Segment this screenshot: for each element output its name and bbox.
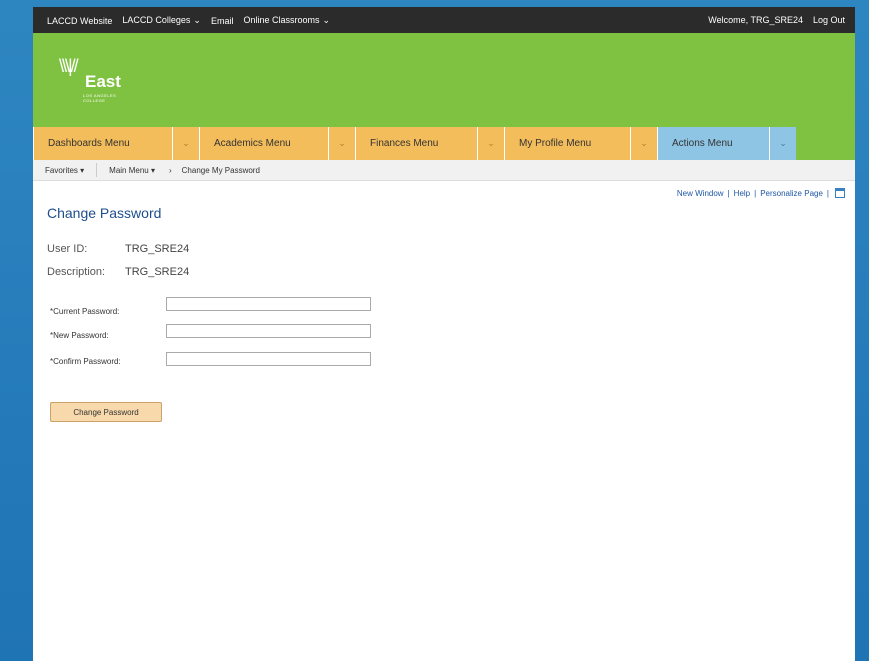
new-window-link[interactable]: New Window bbox=[677, 189, 724, 198]
logout-link[interactable]: Log Out bbox=[813, 15, 845, 25]
welcome-text: Welcome, TRG_SRE24 bbox=[708, 15, 803, 25]
chevron-right-icon: › bbox=[168, 165, 172, 175]
new-password-label: *New Password: bbox=[50, 331, 109, 340]
favorites-label: Favorites bbox=[45, 165, 78, 175]
breadcrumb-current: Change My Password bbox=[181, 165, 260, 175]
chevron-down-icon: ⌄ bbox=[193, 15, 201, 25]
description-label: Description: bbox=[47, 266, 106, 278]
logo-subtitle: LOS ANGELES COLLEGE bbox=[83, 93, 117, 103]
main-menu-label: Main Menu bbox=[109, 165, 149, 175]
divider bbox=[96, 163, 98, 177]
page-frame: LACCD Website LACCD Colleges ⌄ Email Onli… bbox=[33, 7, 855, 661]
confirm-password-label: *Confirm Password: bbox=[50, 357, 121, 366]
confirm-password-field[interactable] bbox=[166, 352, 371, 366]
chevron-down-icon[interactable]: ⌄ bbox=[328, 127, 355, 160]
personalize-page-link[interactable]: Personalize Page bbox=[760, 189, 823, 198]
main-nav: Dashboards Menu ⌄ Academics Menu ⌄ Finan… bbox=[33, 127, 855, 160]
tab-my-profile[interactable]: My Profile Menu ⌄ bbox=[504, 127, 657, 160]
sunrise-icon: \\\|// bbox=[59, 56, 79, 76]
college-logo[interactable]: \\\|// East LOS ANGELES COLLEGE bbox=[57, 56, 137, 106]
change-password-button[interactable]: Change Password bbox=[50, 402, 162, 422]
chevron-down-icon: ⌄ bbox=[322, 15, 331, 25]
main-menu[interactable]: Main Menu ▾ bbox=[109, 166, 155, 175]
tab-actions-label: Actions Menu bbox=[672, 138, 733, 149]
online-classrooms-link[interactable]: Online Classrooms ⌄ bbox=[243, 15, 330, 26]
help-link[interactable]: Help bbox=[734, 189, 750, 198]
favorites-menu[interactable]: Favorites ▾ bbox=[45, 166, 84, 175]
chevron-down-icon[interactable]: ⌄ bbox=[630, 127, 657, 160]
email-link[interactable]: Email bbox=[211, 16, 234, 26]
page-title: Change Password bbox=[47, 205, 162, 221]
divider: | bbox=[754, 188, 757, 198]
caret-down-icon: ▾ bbox=[80, 165, 85, 175]
chevron-down-icon[interactable]: ⌄ bbox=[769, 127, 796, 160]
current-password-label: *Current Password: bbox=[50, 307, 120, 316]
top-bar: LACCD Website LACCD Colleges ⌄ Email Onli… bbox=[33, 7, 855, 33]
utility-links: New Window | Help | Personalize Page | bbox=[677, 188, 845, 198]
new-password-field[interactable] bbox=[166, 324, 371, 338]
current-password-field[interactable] bbox=[166, 297, 371, 311]
user-id-label: User ID: bbox=[47, 243, 88, 255]
chevron-down-icon[interactable]: ⌄ bbox=[477, 127, 504, 160]
tab-finances-label: Finances Menu bbox=[370, 138, 439, 149]
tab-academics-label: Academics Menu bbox=[214, 138, 291, 149]
tab-dashboards-label: Dashboards Menu bbox=[48, 138, 130, 149]
tab-academics[interactable]: Academics Menu ⌄ bbox=[199, 127, 355, 160]
chevron-down-icon[interactable]: ⌄ bbox=[172, 127, 199, 160]
user-id-value: TRG_SRE24 bbox=[125, 243, 190, 255]
tab-actions[interactable]: Actions Menu ⌄ bbox=[657, 127, 796, 160]
caret-down-icon: ▾ bbox=[150, 165, 155, 175]
divider: | bbox=[826, 188, 829, 198]
page-layout-icon[interactable] bbox=[835, 188, 845, 198]
laccd-website-link[interactable]: LACCD Website bbox=[47, 16, 112, 26]
laccd-colleges-link[interactable]: LACCD Colleges ⌄ bbox=[122, 15, 201, 26]
breadcrumb: Favorites ▾ Main Menu ▾ › Change My Pass… bbox=[33, 160, 855, 181]
logo-word: East bbox=[85, 72, 121, 91]
tab-finances[interactable]: Finances Menu ⌄ bbox=[355, 127, 504, 160]
description-value: TRG_SRE24 bbox=[125, 266, 190, 278]
header-band: \\\|// East LOS ANGELES COLLEGE bbox=[33, 33, 855, 127]
online-classrooms-label: Online Classrooms bbox=[243, 15, 320, 25]
tab-my-profile-label: My Profile Menu bbox=[519, 138, 592, 149]
tab-dashboards[interactable]: Dashboards Menu ⌄ bbox=[33, 127, 199, 160]
divider: | bbox=[727, 188, 730, 198]
laccd-colleges-label: LACCD Colleges bbox=[122, 15, 191, 25]
